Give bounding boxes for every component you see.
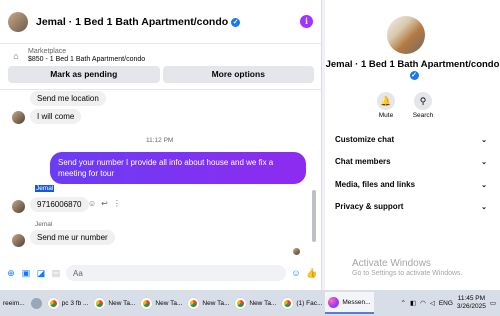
- mark-as-pending-button[interactable]: Mark as pending: [8, 66, 160, 83]
- chat-title-text: Jemal · 1 Bed 1 Bath Apartment/condo: [36, 15, 229, 28]
- sender-name: Jemal: [35, 221, 53, 228]
- emoji-icon[interactable]: ☺: [88, 199, 96, 208]
- tray-app-icon[interactable]: ◧: [410, 299, 416, 307]
- scrollbar[interactable]: [312, 190, 316, 242]
- taskbar-item-messenger[interactable]: Messen...: [325, 292, 374, 314]
- taskbar-item-label: New Ta...: [249, 299, 277, 307]
- sticker-icon[interactable]: ◪: [36, 268, 46, 278]
- mute-button[interactable]: 🔔 Mute: [371, 92, 401, 119]
- taskbar-item-label: pc 3 fb ...: [61, 299, 89, 307]
- info-title: Jemal · 1 Bed 1 Bath Apartment/condo ✓: [325, 59, 500, 81]
- activate-windows-title: Activate Windows: [352, 258, 431, 269]
- reply-icon[interactable]: ↩: [101, 199, 108, 208]
- info-icon[interactable]: i: [300, 15, 313, 28]
- clock-time: 11:45 PM: [457, 295, 486, 302]
- taskbar-item[interactable]: New Ta...: [138, 292, 185, 314]
- search-button[interactable]: ⚲ Search: [408, 92, 438, 119]
- chat-panel: Jemal · 1 Bed 1 Bath Apartment/condo ✓ i …: [0, 0, 322, 290]
- more-options-button[interactable]: More options: [162, 66, 314, 83]
- conversation-info-panel: Jemal · 1 Bed 1 Bath Apartment/condo ✓ 🔔…: [325, 0, 500, 290]
- verified-icon: ✓: [409, 71, 419, 80]
- avatar[interactable]: [12, 200, 25, 213]
- search-label: Search: [412, 112, 434, 119]
- sender-name: Jemal: [35, 185, 55, 192]
- bell-icon: 🔔: [377, 92, 395, 110]
- taskbar-item[interactable]: New Ta...: [185, 292, 232, 314]
- verified-icon: ✓: [231, 17, 241, 27]
- gif-icon[interactable]: ▤: [51, 268, 61, 278]
- section-label: Privacy & support: [335, 202, 404, 211]
- taskbar-item-label: (1) Fac...: [296, 299, 323, 307]
- info-title-text: Jemal · 1 Bed 1 Bath Apartment/condo: [325, 59, 500, 70]
- emoji-icon[interactable]: ☺: [291, 268, 301, 278]
- taskbar-item-label: New Ta...: [155, 299, 183, 307]
- chrome-icon: [47, 297, 59, 309]
- chevron-up-icon[interactable]: ⌃: [401, 299, 406, 307]
- wifi-icon[interactable]: ◠: [420, 299, 426, 307]
- message-bubble[interactable]: Send me location: [30, 91, 106, 106]
- taskbar-item-label: New Ta...: [108, 299, 136, 307]
- mute-label: Mute: [378, 112, 394, 119]
- avatar[interactable]: [12, 234, 25, 247]
- more-icon[interactable]: ⋮: [113, 199, 121, 208]
- marketplace-label: Marketplace: [28, 48, 67, 55]
- taskbar-item[interactable]: New Ta...: [232, 292, 279, 314]
- marketplace-icon: ⌂: [13, 50, 19, 61]
- notification-icon[interactable]: ▭: [490, 299, 496, 307]
- taskbar-item[interactable]: reeim...: [0, 292, 28, 314]
- message-input[interactable]: [66, 265, 286, 281]
- activate-windows-subtitle: Go to Settings to activate Windows.: [352, 270, 463, 277]
- chrome-icon: [282, 297, 294, 309]
- message-list: Send me location I will come 11:12 PM Se…: [0, 88, 322, 260]
- chevron-down-icon: ⌄: [481, 181, 487, 189]
- message-bubble[interactable]: Send me ur number: [30, 230, 115, 245]
- taskbar-item[interactable]: [28, 292, 45, 314]
- image-icon[interactable]: ▣: [21, 268, 31, 278]
- section-customize-chat[interactable]: Customize chat ⌄: [335, 135, 487, 144]
- section-label: Media, files and links: [335, 180, 416, 189]
- app-icon: [30, 297, 42, 309]
- message-actions: ☺ ↩ ⋮: [88, 199, 121, 208]
- taskbar-item[interactable]: New Ta...: [91, 292, 138, 314]
- clock[interactable]: 11:45 PM 3/26/2025: [457, 295, 486, 311]
- section-media-files-links[interactable]: Media, files and links ⌄: [335, 180, 487, 189]
- message-bubble[interactable]: 9716006870: [30, 197, 89, 212]
- chevron-down-icon: ⌄: [481, 203, 487, 211]
- chrome-icon: [141, 297, 153, 309]
- avatar[interactable]: [8, 11, 28, 32]
- taskbar: reeim... pc 3 fb ... New Ta... New Ta...…: [0, 290, 500, 316]
- language-indicator[interactable]: ENG: [439, 300, 453, 307]
- section-label: Customize chat: [335, 135, 395, 144]
- taskbar-item[interactable]: (1) Fac...: [279, 292, 325, 314]
- section-chat-members[interactable]: Chat members ⌄: [335, 157, 487, 166]
- avatar[interactable]: [387, 16, 425, 54]
- volume-icon[interactable]: ◁: [430, 299, 435, 307]
- composer: ⊕ ▣ ◪ ▤ ☺ 👍: [0, 262, 322, 284]
- chrome-icon: [94, 297, 106, 309]
- taskbar-item-label: Messen...: [342, 298, 371, 306]
- section-label: Chat members: [335, 157, 391, 166]
- section-privacy-support[interactable]: Privacy & support ⌄: [335, 202, 487, 211]
- listing-title: $850 - 1 Bed 1 Bath Apartment/condo: [28, 56, 146, 63]
- message-bubble[interactable]: I will come: [30, 109, 82, 124]
- taskbar-item[interactable]: pc 3 fb ...: [45, 292, 92, 314]
- chrome-icon: [235, 297, 247, 309]
- system-tray: ⌃ ◧ ◠ ◁ ENG 11:45 PM 3/26/2025 ▭: [401, 295, 500, 311]
- chat-header: Jemal · 1 Bed 1 Bath Apartment/condo ✓ i: [0, 0, 321, 44]
- clock-date: 3/26/2025: [456, 303, 486, 310]
- chevron-down-icon: ⌄: [481, 158, 487, 166]
- plus-icon[interactable]: ⊕: [6, 268, 16, 278]
- avatar[interactable]: [12, 111, 25, 124]
- chat-title[interactable]: Jemal · 1 Bed 1 Bath Apartment/condo ✓: [36, 15, 241, 28]
- search-icon: ⚲: [414, 92, 432, 110]
- chrome-icon: [188, 297, 200, 309]
- message-bubble-outgoing[interactable]: Send your number I provide all info abou…: [50, 152, 306, 184]
- taskbar-item-label: New Ta...: [202, 299, 230, 307]
- taskbar-item-label: reeim...: [3, 299, 25, 307]
- like-icon[interactable]: 👍: [306, 268, 317, 278]
- seen-avatar: [293, 248, 300, 255]
- messenger-icon: [328, 296, 340, 308]
- chevron-down-icon: ⌄: [481, 136, 487, 144]
- time-separator: 11:12 PM: [146, 137, 174, 144]
